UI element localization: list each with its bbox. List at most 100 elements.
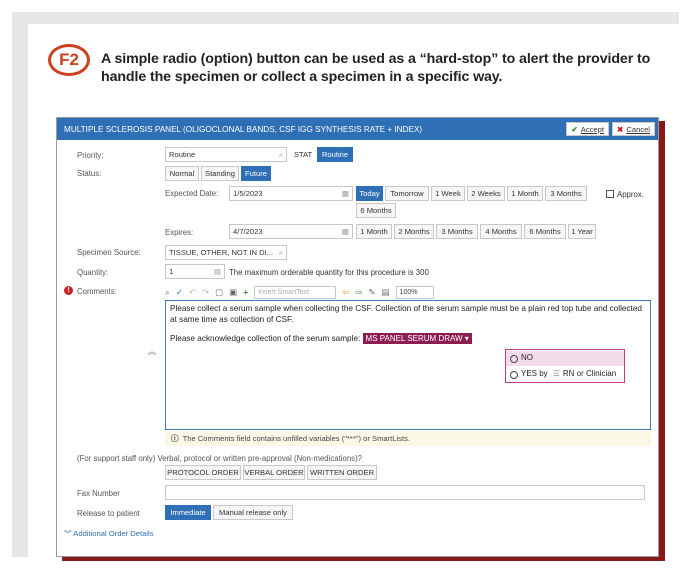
accept-button[interactable]: ✔ Accept (566, 122, 609, 136)
release-immediate-button[interactable]: Immediate (165, 505, 211, 520)
arrow-left-icon[interactable]: ⇦ (342, 287, 349, 298)
today-button[interactable]: Today (356, 186, 383, 201)
add-icon[interactable]: + (243, 287, 248, 297)
smartlist-token[interactable]: MS PANEL SERUM DRAW ▾ (362, 333, 472, 344)
checklist-icon[interactable]: ✎ (368, 287, 375, 298)
fax-label: Fax Number (77, 489, 120, 498)
arrow-right-icon[interactable]: ⇨ (355, 287, 362, 298)
tomorrow-button[interactable]: Tomorrow (385, 186, 429, 201)
quantity-label: Quantity: (77, 268, 109, 277)
one-month-button[interactable]: 1 Month (507, 186, 543, 201)
six-months-button[interactable]: 6 Months (356, 203, 396, 218)
checkmark-icon: ✔ (571, 124, 578, 134)
order-title-bar: MULTIPLE SCLEROSIS PANEL (OLIGOCLONAL BA… (57, 118, 658, 140)
warning-text: The Comments field contains unfilled var… (182, 434, 410, 443)
radio-icon (510, 354, 518, 363)
verbal-order-button[interactable]: VERBAL ORDER (243, 465, 305, 480)
priority-value: Routine (169, 150, 196, 159)
fax-field[interactable] (165, 485, 645, 500)
priority-routine-button[interactable]: Routine (317, 147, 353, 162)
one-week-button[interactable]: 1 Week (431, 186, 465, 201)
redo-icon[interactable]: ↷ (202, 287, 209, 298)
priority-field[interactable]: Routine ⌕ (165, 147, 287, 162)
expected-date-value: 1/5/2023 (233, 189, 263, 198)
two-weeks-button[interactable]: 2 Weeks (467, 186, 505, 201)
expires-3-months-button[interactable]: 3 Months (436, 224, 478, 239)
expected-date-label: Expected Date: (165, 189, 219, 198)
info-icon: ⓘ (171, 434, 179, 443)
search-icon: ⌕ (278, 248, 283, 257)
expected-date-field[interactable]: 1/5/2023 ▦ (229, 186, 353, 201)
specimen-source-label: Specimen Source: (77, 248, 141, 257)
order-title: MULTIPLE SCLEROSIS PANEL (OLIGOCLONAL BA… (64, 124, 423, 134)
cancel-label: Cancel (626, 124, 650, 134)
expires-field[interactable]: 4/7/2023 ▦ (229, 224, 353, 239)
expires-label: Expires: (165, 228, 194, 237)
expires-2-months-button[interactable]: 2 Months (394, 224, 434, 239)
expires-1-year-button[interactable]: 1 Year (568, 224, 596, 239)
find-icon[interactable]: ⌕ (165, 287, 170, 298)
specimen-source-field[interactable]: TISSUE, OTHER, NOT IN DI... ⌕ (165, 245, 287, 260)
calendar-icon: ▦ (341, 227, 349, 236)
close-icon: ✖ (616, 124, 624, 134)
protocol-order-button[interactable]: PROTOCOL ORDER (165, 465, 241, 480)
comments-toolbar: ⌕ ✓ ↶ ↷ ▢ ▣ + Insert SmartText ⇦ ⇨ ✎ ▤ 1… (165, 285, 434, 299)
smartlist-label: MS PANEL SERUM DRAW (365, 334, 463, 343)
error-icon: ! (64, 286, 73, 295)
zoom-value: 100% (399, 288, 418, 296)
comments-editor[interactable]: Please collect a serum sample when colle… (165, 300, 651, 430)
priority-stat-button[interactable]: STAT (291, 147, 315, 162)
calendar-icon: ▦ (341, 189, 349, 198)
figure-badge: F2 (48, 44, 90, 76)
unfilled-warning: ⓘ The Comments field contains unfilled v… (165, 431, 651, 446)
spellcheck-icon[interactable]: ✓ (176, 287, 183, 298)
option-yes[interactable]: YES by ☰ RN or Clinician (506, 367, 624, 382)
status-label: Status: (77, 169, 102, 178)
collapse-icon[interactable]: ︽ (148, 346, 156, 357)
chevron-down-icon: ︾ (64, 529, 72, 538)
expires-4-months-button[interactable]: 4 Months (480, 224, 522, 239)
quantity-value: 1 (169, 267, 174, 276)
option-yes-suffix: RN or Clinician (562, 369, 617, 379)
list-icon: ☰ (552, 369, 560, 379)
comment-text-2-line: Please acknowledge collection of the ser… (170, 333, 646, 345)
option-no[interactable]: NO (506, 351, 624, 366)
cancel-button[interactable]: ✖ Cancel (611, 122, 655, 136)
quantity-note: The maximum orderable quantity for this … (229, 268, 429, 277)
approx-checkbox[interactable] (606, 190, 614, 198)
status-normal-button[interactable]: Normal (165, 166, 199, 181)
order-window: MULTIPLE SCLEROSIS PANEL (OLIGOCLONAL BA… (56, 117, 659, 557)
priority-label: Priority: (77, 151, 104, 160)
expires-1-month-button[interactable]: 1 Month (356, 224, 392, 239)
insert-icon[interactable]: ▣ (229, 287, 237, 298)
help-icon[interactable]: ▢ (215, 287, 223, 298)
additional-order-details-label: Additional Order Details (73, 529, 154, 538)
option-yes-label: YES by (521, 369, 548, 379)
three-months-button[interactable]: 3 Months (545, 186, 587, 201)
specimen-source-value: TISSUE, OTHER, NOT IN DI... (169, 248, 274, 257)
support-staff-label: (For support staff only) Verbal, protoco… (77, 454, 363, 463)
comment-text-2: Please acknowledge collection of the ser… (170, 334, 361, 343)
smarttext-input[interactable]: Insert SmartText (254, 285, 337, 299)
calculator-icon: ▤ (213, 267, 221, 276)
quantity-field[interactable]: 1 ▤ (165, 264, 225, 279)
radio-icon (510, 370, 518, 379)
comment-text-1: Please collect a serum sample when colle… (170, 304, 642, 324)
expires-value: 4/7/2023 (233, 227, 263, 236)
release-label: Release to patient (77, 509, 140, 518)
status-standing-button[interactable]: Standing (201, 166, 239, 181)
search-icon: ⌕ (278, 150, 283, 159)
approx-label: Approx. (617, 190, 644, 199)
release-manual-button[interactable]: Manual release only (213, 505, 293, 520)
accept-label: Accept (580, 124, 604, 134)
expires-6-months-button[interactable]: 6 Months (524, 224, 566, 239)
additional-order-details-link[interactable]: ︾ Additional Order Details (64, 528, 154, 539)
format-icon[interactable]: ▤ (382, 287, 390, 298)
smartlist-dropdown: NO YES by ☰ RN or Clinician (505, 349, 625, 383)
written-order-button[interactable]: WRITTEN ORDER (307, 465, 377, 480)
status-future-button[interactable]: Future (241, 166, 271, 181)
option-no-label: NO (521, 353, 533, 363)
undo-icon[interactable]: ↶ (189, 287, 196, 298)
zoom-select[interactable]: 100% (395, 285, 434, 299)
comments-label: Comments: (77, 287, 117, 296)
